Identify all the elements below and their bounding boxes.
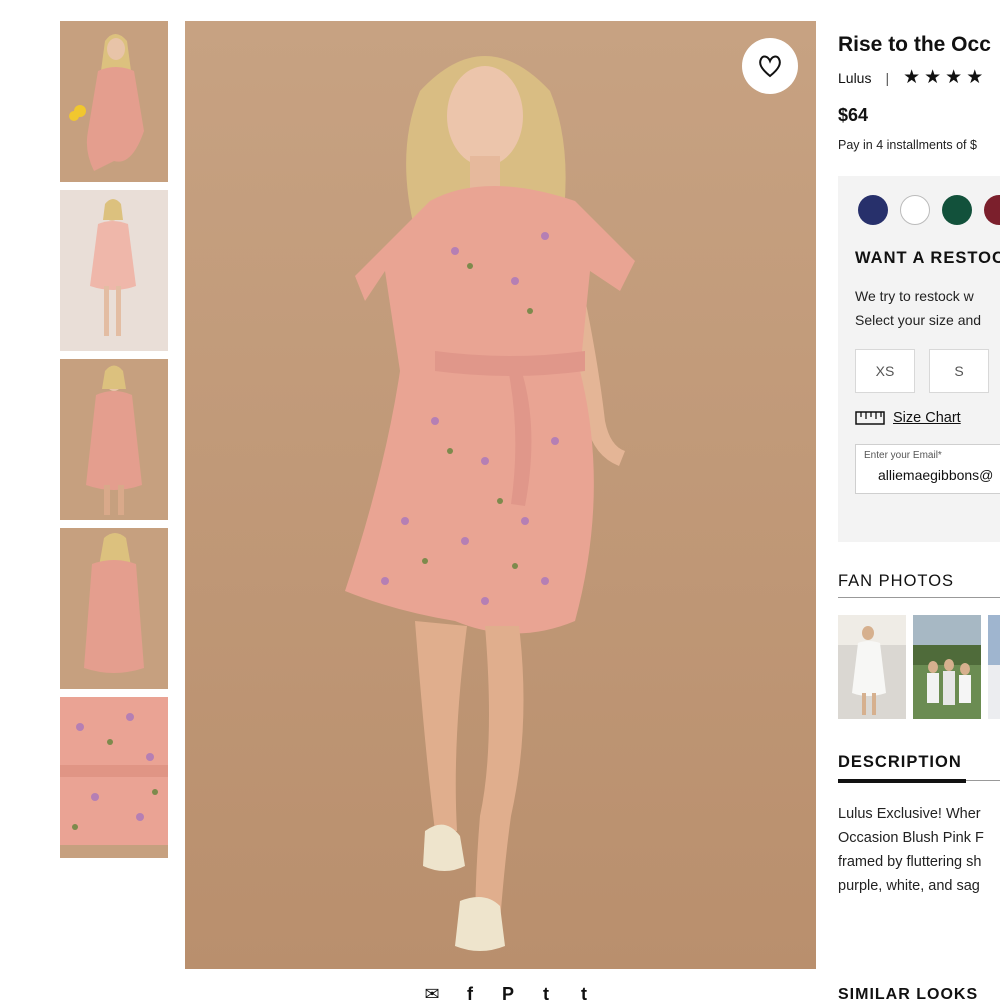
fan-photo-1-image: [838, 615, 906, 719]
restock-line-2: Select your size and: [855, 312, 982, 328]
rating-stars[interactable]: ★★★★: [903, 66, 987, 89]
twitter-icon[interactable]: t: [536, 984, 556, 1005]
fan-photo-3[interactable]: [988, 615, 1000, 719]
swatch-white[interactable]: [900, 195, 930, 225]
fan-photo-1[interactable]: [838, 615, 906, 719]
fan-photo-2[interactable]: [913, 615, 981, 719]
facebook-icon[interactable]: f: [460, 984, 480, 1005]
ruler-icon: [855, 411, 885, 425]
description-line-2: Occasion Blush Pink F: [838, 830, 984, 846]
restock-description: We try to restock w Select your size and: [855, 284, 981, 332]
thumbnail-2[interactable]: [60, 190, 168, 351]
divider: |: [885, 69, 890, 86]
thumbnail-3[interactable]: [60, 359, 168, 520]
product-title: Rise to the Occ: [838, 33, 991, 56]
main-product-photo[interactable]: [185, 21, 816, 969]
description-text: Lulus Exclusive! Wher Occasion Blush Pin…: [838, 802, 984, 898]
fan-photo-3-image: [988, 615, 1000, 719]
similar-looks-title: SIMILAR LOOKS: [838, 986, 979, 1000]
thumbnail-1[interactable]: [60, 21, 168, 182]
share-bar: ✉ f P t t: [422, 984, 594, 1005]
description-line-3: framed by fluttering sh: [838, 854, 982, 870]
email-field-container: Enter your Email*: [855, 444, 1000, 494]
swatch-green[interactable]: [942, 195, 972, 225]
description-line-4: purple, white, and sag: [838, 878, 980, 894]
swatch-navy[interactable]: [858, 195, 888, 225]
size-xs-button[interactable]: XS: [855, 349, 915, 393]
restock-panel: WANT A RESTOC We try to restock w Select…: [838, 176, 1000, 542]
pinterest-icon[interactable]: P: [498, 984, 518, 1005]
model-image: [185, 21, 816, 969]
email-field[interactable]: [878, 467, 1000, 483]
restock-line-1: We try to restock w: [855, 288, 974, 304]
description-line-1: Lulus Exclusive! Wher: [838, 806, 981, 822]
thumbnail-5[interactable]: [60, 697, 168, 858]
brand-link[interactable]: Lulus: [838, 70, 871, 86]
brand-rating-row: Lulus | ★★★★: [838, 66, 987, 89]
size-chart-link[interactable]: Size Chart: [855, 410, 961, 426]
price: $64: [838, 105, 869, 125]
description-title: DESCRIPTION: [838, 753, 962, 771]
size-chart-label: Size Chart: [893, 410, 961, 426]
fan-photo-2-image: [913, 615, 981, 719]
favorite-button[interactable]: [742, 38, 798, 94]
thumbnail-3-image: [60, 359, 168, 520]
description-divider-accent: [838, 779, 966, 783]
size-s-button[interactable]: S: [929, 349, 989, 393]
thumbnail-4-image: [60, 528, 168, 689]
fan-photos-divider: [838, 597, 1000, 598]
heart-icon: [759, 55, 781, 78]
product-info-column: Rise to the Occ Lulus | ★★★★ $64 Pay in …: [838, 0, 1000, 1000]
thumbnail-2-image: [60, 190, 168, 351]
thumbnail-5-image: [60, 697, 168, 845]
fan-photos-title: FAN PHOTOS: [838, 572, 955, 590]
restock-title: WANT A RESTOC: [855, 249, 1000, 267]
email-field-label: Enter your Email*: [864, 450, 942, 461]
tumblr-icon[interactable]: t: [574, 984, 594, 1005]
thumbnail-4[interactable]: [60, 528, 168, 689]
swatch-burgundy[interactable]: [984, 195, 1000, 225]
email-icon[interactable]: ✉: [422, 984, 442, 1005]
installments-text: Pay in 4 installments of $: [838, 138, 977, 152]
thumbnail-1-image: [60, 21, 168, 182]
